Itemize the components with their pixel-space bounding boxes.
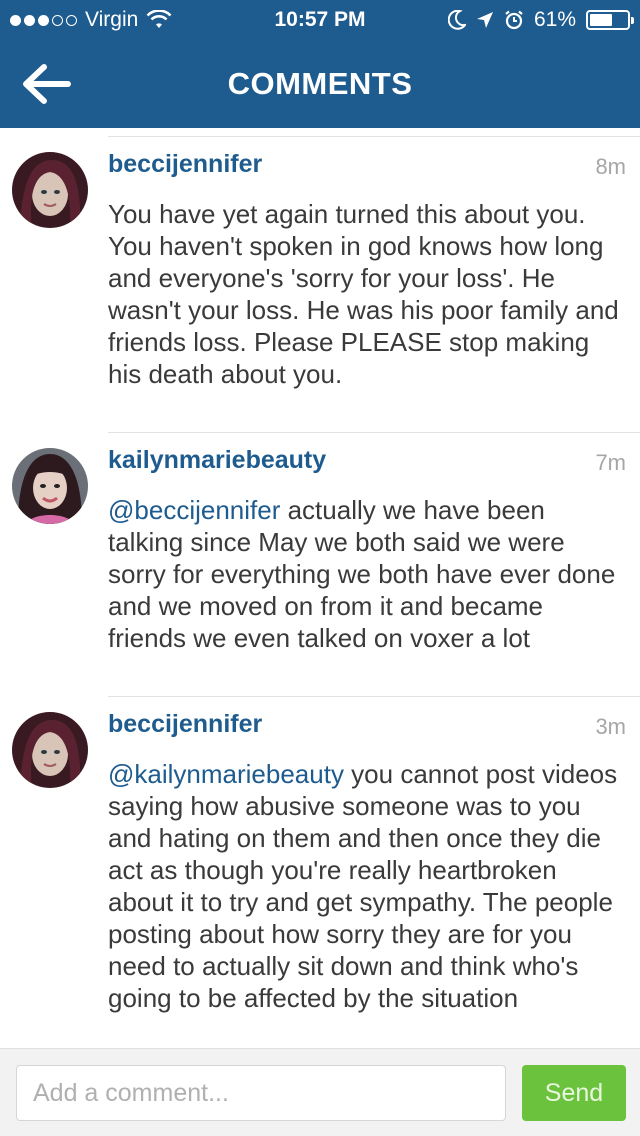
battery-icon [586,10,634,30]
comment-input[interactable] [16,1065,506,1121]
comment-text: @kailynmariebeauty you cannot post video… [108,758,626,1014]
comment-time: 3m [595,714,626,739]
comment-item: beccijennifer 8m You have yet again turn… [0,128,640,432]
top-bar: Virgin 10:57 PM 61% COMMENTS [0,0,640,128]
comment-username[interactable]: beccijennifer [108,150,262,179]
comment-body: You have yet again turned this about you… [108,199,619,389]
status-bar: Virgin 10:57 PM 61% [0,0,640,40]
divider [108,136,640,137]
avatar[interactable] [12,712,88,788]
comment-item: kailynmariebeauty 7m @beccijennifer actu… [0,432,640,696]
comment-time: 8m [595,154,626,179]
comment-username[interactable]: kailynmariebeauty [108,446,326,475]
avatar[interactable] [12,448,88,524]
avatar-image [12,712,88,788]
comment-time: 7m [595,450,626,475]
alarm-clock-icon [505,10,523,30]
avatar[interactable] [12,152,88,228]
comment-text: @beccijennifer actually we have been tal… [108,494,626,654]
comment-mention[interactable]: @kailynmariebeauty [108,759,344,789]
send-button[interactable]: Send [522,1065,626,1121]
avatar-image [12,448,88,524]
do-not-disturb-moon-icon [447,10,466,30]
divider [108,432,640,433]
comment-mention[interactable]: @beccijennifer [108,495,280,525]
battery-level-fill [590,14,612,26]
header: COMMENTS [0,40,640,128]
divider [108,696,640,697]
avatar-image [12,152,88,228]
comment-item: beccijennifer 3m @kailynmariebeauty you … [0,696,640,1048]
comment-input-bar: Send [0,1048,640,1136]
comment-username[interactable]: beccijennifer [108,710,262,739]
location-arrow-icon [476,12,493,28]
comment-body: you cannot post videos saying how abusiv… [108,759,618,1013]
comment-text: You have yet again turned this about you… [108,198,626,390]
status-right: 61% [447,8,634,32]
comment-list[interactable]: beccijennifer 8m You have yet again turn… [0,128,640,1048]
page-title: COMMENTS [227,66,413,101]
battery-percent: 61% [533,8,576,31]
